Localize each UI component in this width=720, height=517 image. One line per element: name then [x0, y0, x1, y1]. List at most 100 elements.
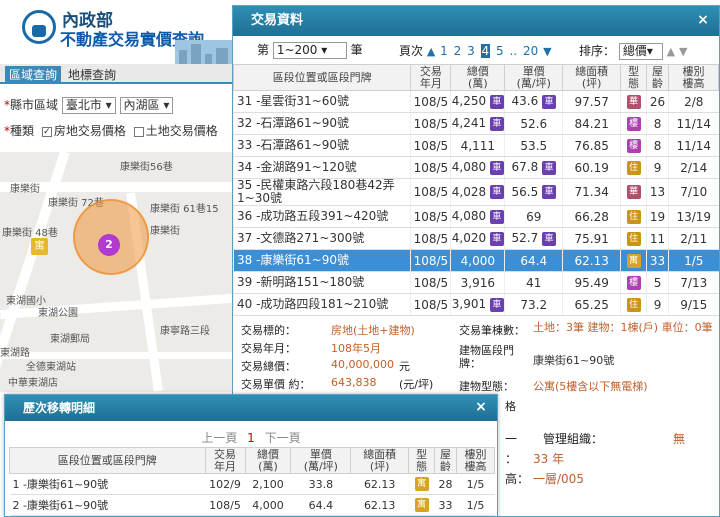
- table-row[interactable]: 34 -金湖路91~120號 108/5 4,080 車 67.8 車 60.19 住 9 2…: [232, 156, 719, 179]
- tab-landmark-search[interactable]: 地標查詢: [64, 66, 120, 84]
- cell-address: 31 -星雲街31~60號: [232, 90, 411, 113]
- cell-year-month: 108/5: [410, 293, 451, 316]
- sort-select[interactable]: 總價▾: [618, 43, 663, 60]
- table-row[interactable]: 33 -石潭路61~90號 108/5 4,111 53.5 76.85 樓 8 11/1…: [232, 134, 719, 157]
- cell-age: 19: [646, 205, 669, 228]
- history-row[interactable]: 2 -康樂街61~90號 108/5 4,000 64.4 62.13 寓 33 1/5: [9, 494, 495, 516]
- apartment-poi-icon[interactable]: 寓: [31, 238, 48, 255]
- cell-address: 40 -成功路四段181~210號: [232, 293, 411, 316]
- cell-type: 樓: [620, 271, 647, 294]
- column-header: 交易 年月: [410, 64, 452, 91]
- cell-year-month: 102/9: [205, 473, 245, 495]
- map-label: 康樂街: [10, 184, 40, 195]
- transactions-table: 區段位置或區段門牌 交易 年月 總價 (萬) 單價 (萬/坪) 總面積 (坪) 型態屋齡樓別 樓高 …: [232, 64, 719, 316]
- cell-age: 26: [646, 90, 669, 113]
- table-row[interactable]: 31 -星雲街31~60號 108/5 4,250 車 43.6 車 97.57 華 26 2…: [232, 90, 719, 113]
- cell-unit-price: 33.8: [290, 473, 351, 495]
- close-icon[interactable]: ×: [695, 12, 711, 28]
- detail-partial-label: 格: [505, 400, 516, 413]
- range-select[interactable]: 1~200 ▾: [272, 42, 347, 59]
- parking-icon: 車: [489, 185, 504, 200]
- cell-total-price: 4,028 車: [450, 178, 505, 206]
- map-label: 東湖路: [0, 348, 30, 359]
- page-link-current[interactable]: 4: [480, 44, 491, 58]
- cell-floor: 7/10: [668, 178, 719, 206]
- history-row[interactable]: 1 -康樂街61~90號 102/9 2,100 33.8 62.13 寓 28 1/5: [9, 473, 495, 495]
- cell-total-price: 4,000: [245, 494, 291, 516]
- table-row[interactable]: 40 -成功路四段181~210號 108/5 3,901 車 73.2 65.25 住…: [232, 293, 719, 316]
- next-page-icon[interactable]: ▼: [543, 45, 551, 58]
- cell-area: 71.34: [562, 178, 621, 206]
- map-label: 康樂街: [150, 226, 180, 237]
- table-row[interactable]: 39 -新明路151~180號 108/5 3,916 41 95.49 樓 5 7/13: [232, 271, 719, 294]
- column-header: 樓別 樓高: [456, 447, 495, 474]
- cell-total-price: 4,000: [450, 249, 505, 272]
- cell-area: 62.13: [562, 249, 621, 272]
- detail-count-label: 交易筆棟數：: [459, 324, 525, 337]
- table-header: 區段位置或區段門牌 交易 年月 總價 (萬) 單價 (萬/坪) 總面積 (坪) 型態屋齡樓別 樓高: [232, 64, 719, 91]
- sort-asc-icon[interactable]: ▲: [667, 45, 675, 58]
- transfer-history-dialog: 歷次移轉明細 × 上一頁 1 下一頁 區段位置或區段門牌 交易 年月 總價 (萬) 單價(…: [4, 394, 498, 517]
- cell-year-month: 108/5: [410, 227, 451, 250]
- table-row[interactable]: 37 -文德路271~300號 108/5 4,020 車 52.7 車 75.91 住 1…: [232, 227, 719, 250]
- cell-age: 33: [646, 249, 669, 272]
- tab-region-search[interactable]: 區域查詢: [5, 66, 62, 84]
- parking-icon: 車: [489, 160, 504, 175]
- history-prev-page[interactable]: 上一頁: [201, 431, 237, 445]
- parking-icon: 車: [542, 185, 557, 200]
- cell-address: 1 -康樂街61~90號: [9, 473, 206, 495]
- map-label: 康樂街 48巷: [2, 228, 58, 239]
- cell-unit-price: 43.6 車: [504, 90, 563, 113]
- house-price-checkbox[interactable]: ✓: [41, 126, 52, 137]
- map-label: 東湖郵局: [50, 334, 90, 345]
- detail-bldg-addr-value: 康樂街61~90號: [533, 354, 615, 367]
- building-type-icon: 住: [626, 209, 641, 224]
- page-link[interactable]: 1: [440, 44, 448, 58]
- cell-total-price: 4,080 車: [450, 205, 505, 228]
- close-icon[interactable]: ×: [473, 399, 489, 415]
- cell-floor: 7/13: [668, 271, 719, 294]
- cell-address: 2 -康樂街61~90號: [9, 494, 206, 516]
- sort-label: 排序：: [579, 44, 616, 58]
- side-tabs: 區域查詢 地標查詢: [0, 64, 232, 84]
- cell-floor: 1/5: [456, 494, 495, 516]
- column-header: 總面積 (坪): [562, 64, 622, 91]
- sort-desc-icon[interactable]: ▼: [679, 45, 687, 58]
- history-current-page: 1: [247, 431, 255, 445]
- cell-total-price: 4,111: [450, 134, 505, 157]
- city-select[interactable]: 臺北市 ▾: [61, 97, 116, 114]
- table-row[interactable]: 36 -成功路五段391~420號 108/5 4,080 車 69 66.28 住 19…: [232, 205, 719, 228]
- page-link[interactable]: 5: [496, 44, 504, 58]
- cell-age: 9: [646, 156, 669, 179]
- cell-floor: 11/14: [668, 134, 719, 157]
- table-row-selected[interactable]: 38 -康樂街61~90號 108/5 4,000 64.4 62.13 寓 33 1/5: [232, 249, 719, 272]
- detail-bldg-type-label: 建物型態：: [459, 380, 514, 393]
- building-type-icon: 樓: [626, 275, 641, 290]
- history-next-page[interactable]: 下一頁: [265, 431, 301, 445]
- district-select[interactable]: 內湖區 ▾: [119, 97, 174, 114]
- page-link[interactable]: 3: [467, 44, 475, 58]
- table-row[interactable]: 32 -石潭路61~90號 108/5 4,241 車 52.6 84.21 樓 8 11/…: [232, 112, 719, 135]
- cell-type: 住: [620, 156, 647, 179]
- table-row[interactable]: 35 -民權東路六段180巷42弄1~30號 108/5 4,028 車 56.5 車…: [232, 178, 719, 206]
- type-label: 種類: [10, 124, 35, 138]
- column-header: 型態: [408, 447, 436, 474]
- transaction-cluster-marker[interactable]: 2: [98, 234, 120, 256]
- detail-left-fragment: ：: [505, 452, 518, 466]
- cell-year-month: 108/5: [410, 134, 451, 157]
- cell-age: 28: [434, 473, 457, 495]
- cell-area: 97.57: [562, 90, 621, 113]
- detail-ym-value: 108年5月: [331, 342, 381, 355]
- land-price-checkbox[interactable]: [133, 126, 144, 137]
- prev-page-icon[interactable]: ▲: [427, 45, 435, 58]
- cell-age: 9: [646, 293, 669, 316]
- building-type-icon: 住: [626, 297, 641, 312]
- page-link[interactable]: 2: [454, 44, 462, 58]
- column-header: 交易 年月: [204, 447, 246, 474]
- cell-age: 11: [646, 227, 669, 250]
- cell-total-price: 4,080 車: [450, 156, 505, 179]
- pager-bar: 第 1~200 ▾ 筆 頁次 ▲ 1 2 3 4 5 .. 20 ▼ 排序： 總…: [233, 39, 719, 61]
- map-label: 東湖公園: [38, 308, 78, 319]
- page-link[interactable]: 20: [523, 44, 538, 58]
- history-table-header: 區段位置或區段門牌 交易 年月 總價 (萬) 單價 (萬/坪) 總面積 (坪) 型態屋齡樓別 樓高: [9, 447, 495, 474]
